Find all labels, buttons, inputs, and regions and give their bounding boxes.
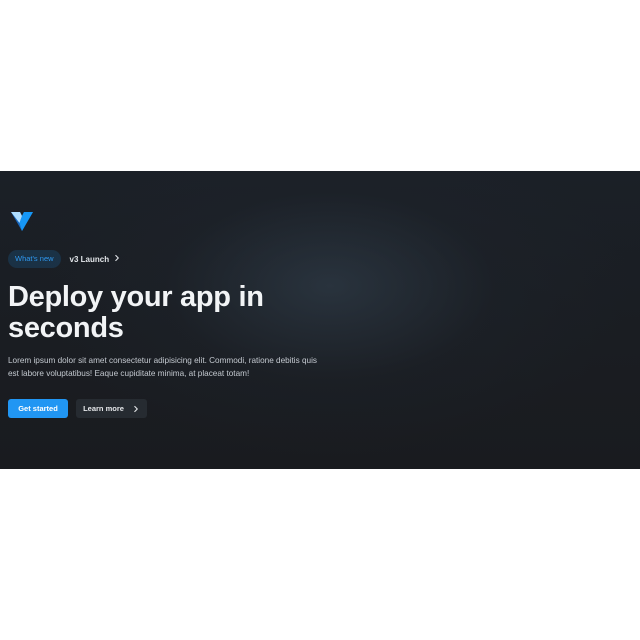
release-label: v3 Launch [69, 255, 110, 264]
whats-new-badge: What's new [8, 250, 61, 268]
chevron-right-icon [115, 254, 120, 262]
hero-title: Deploy your app in seconds [8, 281, 264, 344]
get-started-button[interactable]: Get started [8, 399, 68, 418]
page: What's new v3 Launch Deploy your app in … [0, 0, 640, 640]
vuetify-logo-icon[interactable] [11, 212, 33, 231]
learn-more-label: Learn more [83, 404, 124, 413]
hero-description: Lorem ipsum dolor sit amet consectetur a… [8, 356, 317, 378]
chevron-right-icon [134, 405, 138, 412]
hero-section: What's new v3 Launch Deploy your app in … [0, 171, 640, 469]
get-started-label: Get started [18, 404, 58, 413]
learn-more-button[interactable]: Learn more [76, 399, 147, 418]
badge-release-text: v3 Launch [70, 254, 122, 264]
whats-new-link[interactable]: What's new v3 Launch [8, 250, 121, 268]
